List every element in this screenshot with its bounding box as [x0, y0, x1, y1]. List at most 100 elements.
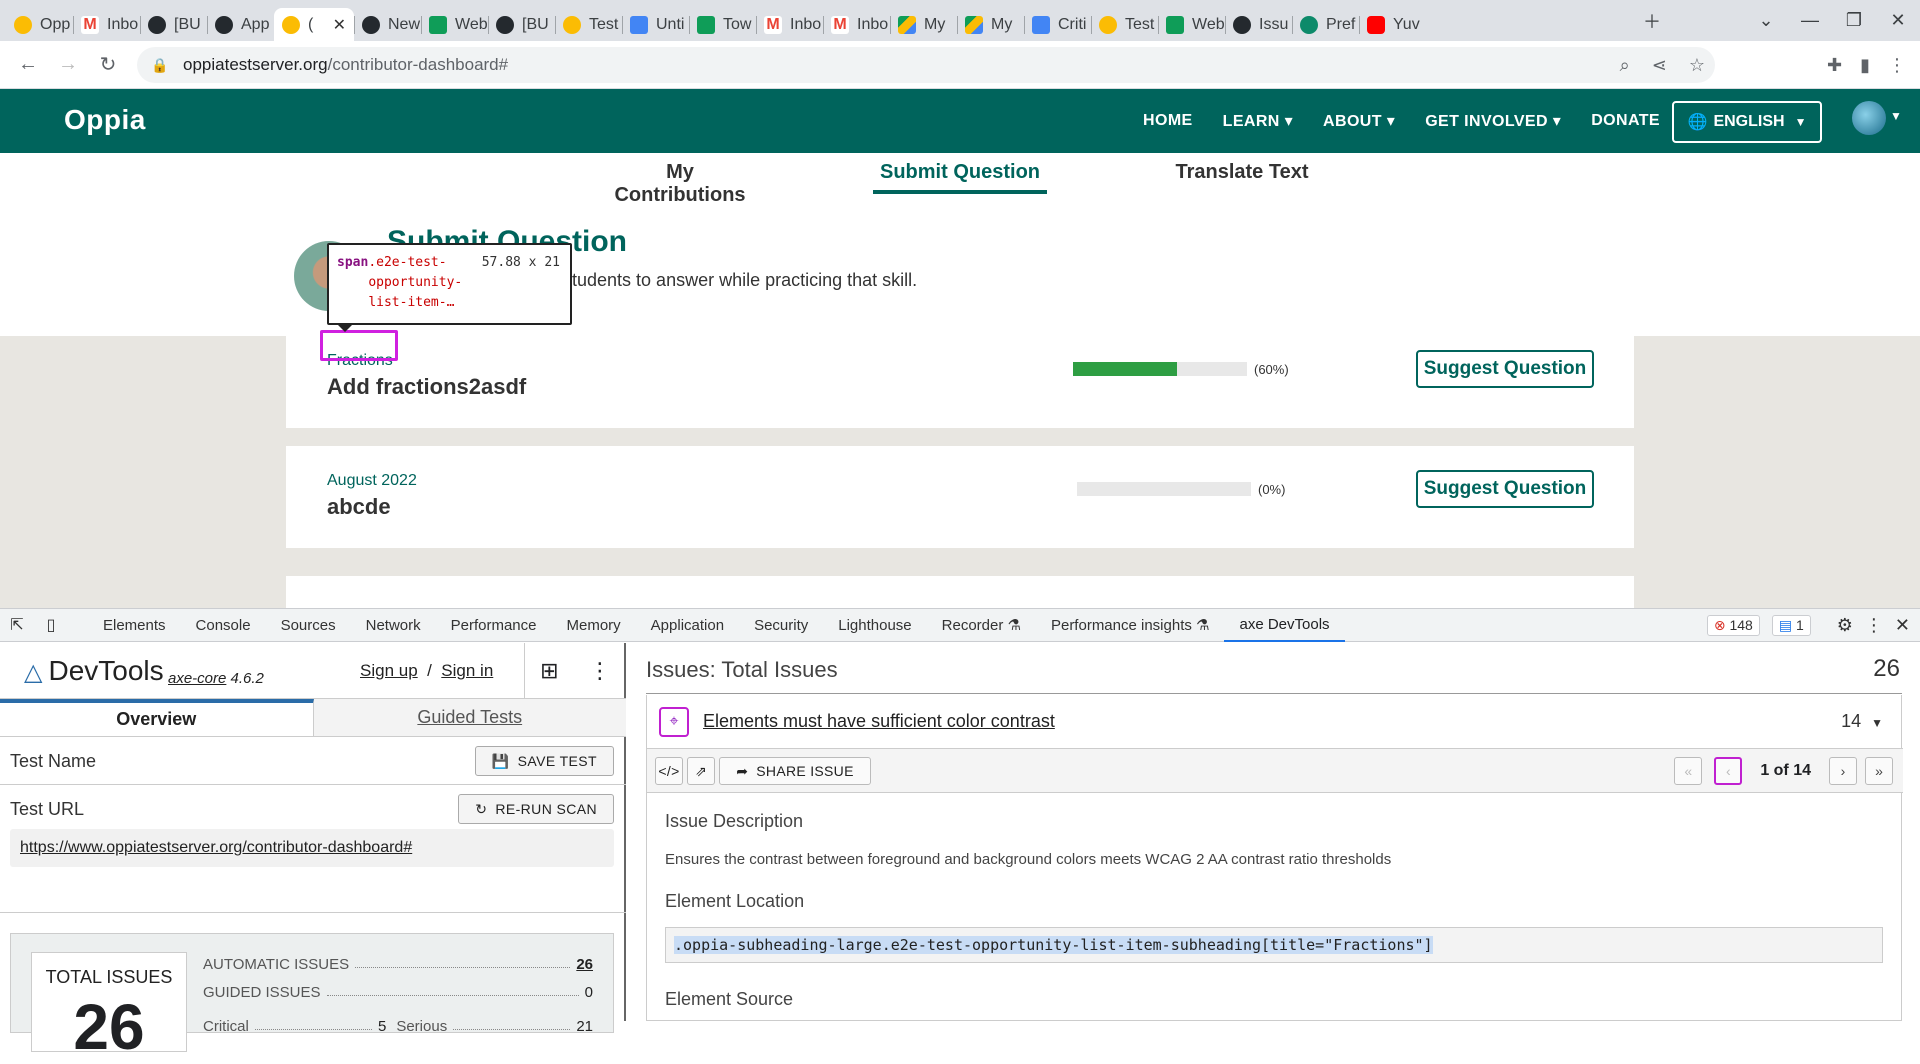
browser-tab[interactable]: My [957, 8, 1024, 41]
profile-avatar[interactable] [1852, 101, 1886, 135]
tab-guided-tests[interactable]: Guided Tests [313, 699, 626, 737]
browser-tab[interactable]: Test [1091, 8, 1158, 41]
chrome-menu-icon[interactable]: ⋮ [1888, 55, 1906, 76]
browser-tab[interactable]: New [354, 8, 421, 41]
browser-tab[interactable]: Opp [6, 8, 73, 41]
highlight-target-icon[interactable]: ⌖ [659, 707, 689, 737]
automatic-issues-count[interactable]: 26 [576, 956, 593, 973]
browser-tab[interactable]: [BU [140, 8, 207, 41]
browser-tab[interactable]: Web [1158, 8, 1225, 41]
message-icon: ▤ [1778, 617, 1793, 633]
close-devtools-icon[interactable]: ✕ [1895, 615, 1910, 636]
nav-link[interactable]: LEARN ▾ [1223, 111, 1293, 131]
devtools-tab[interactable]: Application [636, 609, 739, 642]
browser-tab[interactable]: M Inbo [73, 8, 140, 41]
devtools-tab[interactable]: Console [181, 609, 266, 642]
reload-icon[interactable]: ↻ [88, 52, 128, 77]
nav-link[interactable]: ABOUT ▾ [1323, 111, 1395, 131]
devtools-tab[interactable]: Network [351, 609, 436, 642]
inspect-element-icon[interactable]: ⇱ [0, 615, 34, 635]
code-view-icon[interactable]: </> [655, 757, 683, 785]
suggest-question-button[interactable]: Suggest Question [1416, 350, 1594, 388]
browser-tab[interactable]: Unti [622, 8, 689, 41]
back-icon[interactable]: ← [8, 53, 48, 76]
tab-search-icon[interactable]: ⌄ [1744, 10, 1788, 31]
issue-title-row[interactable]: ⌖ Elements must have sufficient color co… [647, 695, 1903, 749]
tab-translate-text[interactable]: Translate Text [1170, 161, 1314, 184]
browser-tab[interactable]: [BU [488, 8, 555, 41]
devtools-menu-icon[interactable]: ⋮ [1865, 615, 1883, 636]
url-input[interactable]: 🔒 oppiatestserver.org/contributor-dashbo… [137, 47, 1715, 83]
share-icon[interactable]: ⋖ [1652, 55, 1667, 76]
nav-link[interactable]: GET INVOLVED ▾ [1425, 111, 1561, 131]
nav-link[interactable]: DONATE [1591, 112, 1660, 130]
last-page-icon[interactable]: » [1865, 757, 1893, 785]
guided-issues-label: GUIDED ISSUES [203, 984, 321, 1001]
next-page-icon[interactable]: › [1829, 757, 1857, 785]
new-tab-icon[interactable]: ＋ [1630, 8, 1674, 34]
browser-tab[interactable]: My [890, 8, 957, 41]
oppia-logo[interactable]: Oppia [64, 104, 146, 136]
devtools-tab[interactable]: Elements [88, 609, 181, 642]
browser-tab[interactable]: Pref [1292, 8, 1359, 41]
browser-tab[interactable]: Criti [1024, 8, 1091, 41]
devtools-tab[interactable]: Memory [552, 609, 636, 642]
rerun-scan-button[interactable]: ↻ RE-RUN SCAN [458, 794, 614, 824]
nav-link[interactable]: HOME [1143, 112, 1193, 130]
first-page-icon[interactable]: « [1674, 757, 1703, 785]
suggest-question-button[interactable]: Suggest Question [1416, 470, 1594, 508]
share-issue-button[interactable]: ➦ SHARE ISSUE [719, 757, 871, 785]
chevron-down-icon[interactable]: ▼ [1871, 716, 1883, 730]
error-count-badge[interactable]: ⊗ 148 [1706, 615, 1760, 636]
devtools-tab[interactable]: axe DevTools [1224, 609, 1345, 642]
browser-tab[interactable]: Issu [1225, 8, 1292, 41]
tooltip-dimensions: 57.88 x 21 [481, 255, 560, 270]
axe-core-link[interactable]: axe-core [168, 670, 226, 687]
extensions-puzzle-icon[interactable]: ✚ [1827, 55, 1842, 76]
element-location-selector[interactable]: .oppia-subheading-large.e2e-test-opportu… [665, 927, 1883, 963]
test-url-link[interactable]: https://www.oppiatestserver.org/contribu… [10, 829, 614, 867]
sign-up-link[interactable]: Sign up [360, 661, 418, 680]
issue-title[interactable]: Elements must have sufficient color cont… [703, 711, 1055, 732]
tab-overview[interactable]: Overview [0, 699, 314, 737]
settings-gear-icon[interactable]: ⚙ [1837, 615, 1853, 636]
minimize-icon[interactable]: — [1788, 10, 1832, 31]
restore-icon[interactable]: ❐ [1832, 10, 1876, 31]
new-scan-icon[interactable]: ⊞ [540, 658, 558, 684]
language-dropdown[interactable]: 🌐 ENGLISH ▼ [1672, 101, 1822, 143]
sign-in-link[interactable]: Sign in [441, 661, 493, 680]
previous-page-icon[interactable]: ‹ [1714, 757, 1743, 785]
device-toolbar-icon[interactable]: ▯ [34, 615, 68, 635]
browser-tab[interactable]: Tow [689, 8, 756, 41]
browser-tab[interactable]: M Inbo [823, 8, 890, 41]
browser-tab[interactable]: App [207, 8, 274, 41]
devtools-tab[interactable]: Recorder ⚗ [927, 609, 1036, 642]
close-tab-icon[interactable]: ✕ [333, 15, 346, 35]
message-count-badge[interactable]: ▤ 1 [1771, 615, 1811, 636]
lock-icon[interactable]: 🔒 [151, 57, 168, 73]
open-external-icon[interactable]: ⇗ [687, 757, 715, 785]
devtools-tab[interactable]: Security [739, 609, 823, 642]
devtools-tab[interactable]: Performance [436, 609, 552, 642]
devtools-tab[interactable]: Lighthouse [823, 609, 926, 642]
browser-tabstrip: Opp M Inbo [BU App(✕ New Web [BU Test Unti Tow M Inb… [0, 0, 1920, 41]
bookmark-star-icon[interactable]: ☆ [1689, 55, 1705, 76]
browser-tab[interactable]: Test [555, 8, 622, 41]
progress-fill [1073, 362, 1178, 376]
kebab-menu-icon[interactable]: ⋮ [589, 658, 611, 684]
zoom-icon[interactable]: ⌕ [1620, 55, 1630, 76]
forward-icon[interactable]: → [48, 53, 88, 76]
side-panel-icon[interactable]: ▮ [1860, 55, 1870, 76]
devtools-tab[interactable]: Sources [266, 609, 351, 642]
tab-submit-question[interactable]: Submit Question [873, 161, 1047, 194]
browser-tab[interactable]: Yuv [1359, 8, 1426, 41]
browser-tab[interactable]: Web [421, 8, 488, 41]
issue-description-label: Issue Description [665, 811, 804, 831]
devtools-tab[interactable]: Performance insights ⚗ [1036, 609, 1225, 642]
browser-tab[interactable]: M Inbo [756, 8, 823, 41]
save-test-button[interactable]: 💾 SAVE TEST [474, 746, 614, 776]
profile-caret-icon[interactable]: ▼ [1890, 109, 1902, 123]
close-window-icon[interactable]: ✕ [1876, 10, 1920, 31]
browser-tab[interactable]: (✕ [274, 8, 354, 41]
tab-my-contributions[interactable]: My Contributions [600, 161, 760, 207]
